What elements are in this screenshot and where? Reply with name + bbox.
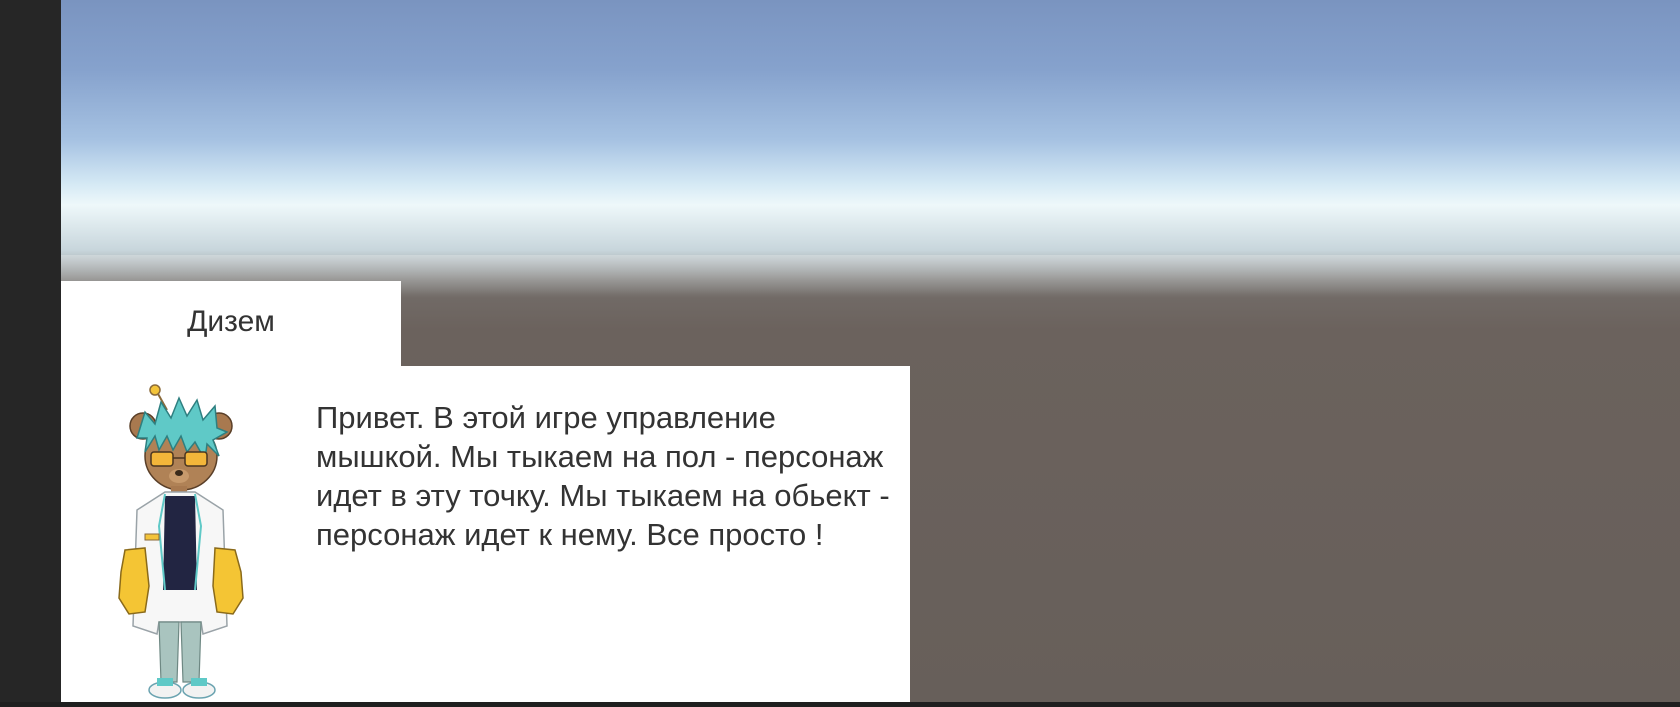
speaker-name: Дизем xyxy=(187,305,275,338)
speaker-name-panel: Дизем xyxy=(61,281,401,367)
editor-left-strip xyxy=(0,0,61,702)
bear-scientist-portrait-icon xyxy=(115,376,265,702)
dialog-box[interactable]: Привет. В этой игре управление мышкой. М… xyxy=(61,366,910,702)
dialog-message: Привет. В этой игре управление мышкой. М… xyxy=(316,400,890,552)
